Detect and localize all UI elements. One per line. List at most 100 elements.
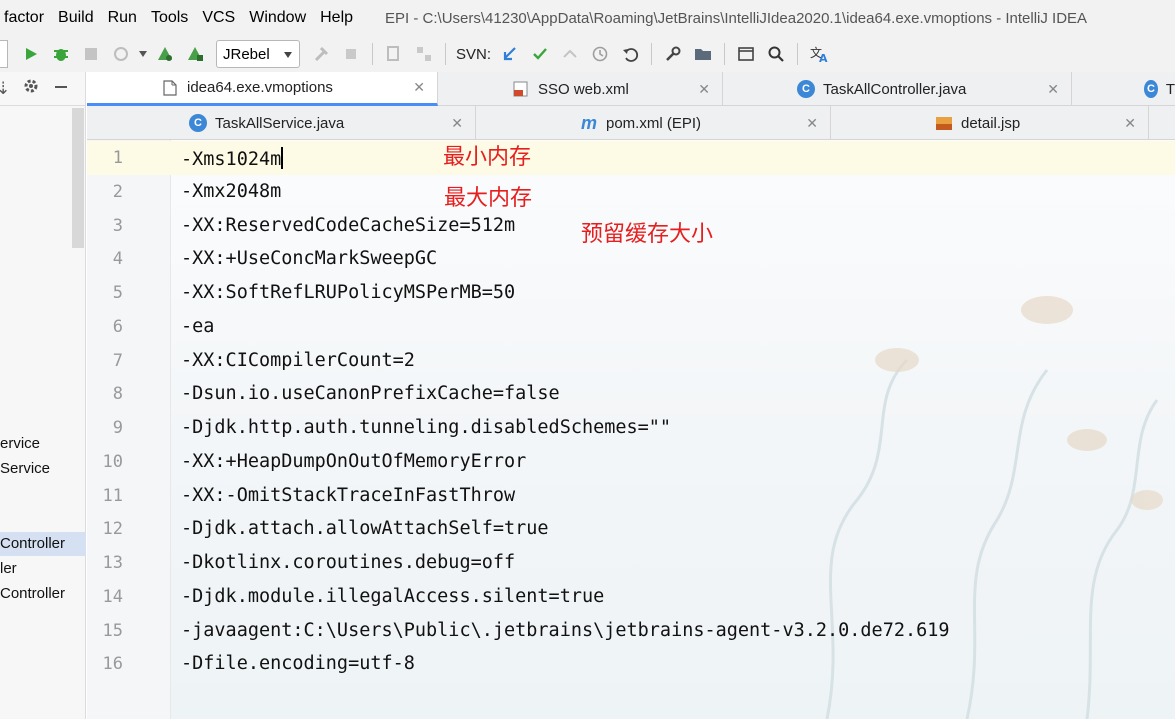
code-editor[interactable]: 1 2 3 4 5 6 7 8 9 10 11 12 13 14 15 16 -… <box>87 140 1175 719</box>
code-line[interactable]: -XX:+UseConcMarkSweepGC <box>181 248 437 269</box>
history-icon[interactable] <box>585 39 615 69</box>
project-panel-header: ⇣ <box>0 72 85 106</box>
line-number: 2 <box>112 182 123 202</box>
tab-label: detail.jsp <box>961 114 1021 132</box>
run-icon[interactable] <box>16 39 46 69</box>
svg-text:A: A <box>819 52 828 63</box>
code-line[interactable]: -Dsun.io.useCanonPrefixCache=false <box>181 383 560 404</box>
tab-overflow[interactable]: C T <box>1072 72 1175 106</box>
svn-commit-icon[interactable] <box>525 39 555 69</box>
line-number: 8 <box>112 384 123 404</box>
toolbar: JRebel SVN: 文A <box>0 36 1175 72</box>
code-line[interactable]: -XX:ReservedCodeCacheSize=512m <box>181 215 515 236</box>
class-icon: C <box>1144 80 1158 98</box>
tab-label: idea64.exe.vmoptions <box>187 79 333 96</box>
profile-icon[interactable] <box>106 39 136 69</box>
menu-build[interactable]: Build <box>51 9 101 27</box>
wrench-icon[interactable] <box>658 39 688 69</box>
rollback-icon[interactable] <box>615 39 645 69</box>
tab-label: TaskAllService.java <box>215 114 345 132</box>
code-line[interactable]: -XX:CICompilerCount=2 <box>181 350 415 371</box>
tree-item[interactable]: ler <box>0 557 86 581</box>
code-line[interactable]: -XX:-OmitStackTraceInFastThrow <box>181 485 515 506</box>
class-icon: C <box>189 114 207 132</box>
folder-settings-icon[interactable] <box>688 39 718 69</box>
code-line[interactable]: -Djdk.attach.allowAttachSelf=true <box>181 518 549 539</box>
tab-label: TaskAllController.java <box>823 80 967 98</box>
close-icon[interactable]: ✕ <box>413 79 425 96</box>
coverage-icon[interactable] <box>76 39 106 69</box>
tree-item[interactable]: Controller <box>0 582 86 606</box>
hammer-icon[interactable] <box>306 39 336 69</box>
editor-tabs-row-2: C TaskAllService.java ✕ m pom.xml (EPI) … <box>87 106 1175 140</box>
code-line[interactable]: -Dfile.encoding=utf-8 <box>181 653 415 674</box>
menu-refactor[interactable]: factor <box>0 9 51 27</box>
chevron-down-icon[interactable] <box>136 39 150 69</box>
run-config-select[interactable]: JRebel <box>216 40 300 68</box>
svn-update-icon[interactable] <box>495 39 525 69</box>
toolbar-divider <box>797 43 799 65</box>
project-structure-icon[interactable] <box>409 39 439 69</box>
tab-idea64-vmoptions[interactable]: idea64.exe.vmoptions ✕ <box>87 72 438 106</box>
jrebel-debug-icon[interactable] <box>180 39 210 69</box>
chevron-down-icon <box>283 46 293 63</box>
menu-help[interactable]: Help <box>313 9 360 27</box>
text-caret <box>281 147 284 169</box>
tree-item-selected[interactable]: Controller <box>0 532 86 556</box>
code-line[interactable]: -Xmx2048m <box>181 181 281 202</box>
menu-run[interactable]: Run <box>101 9 144 27</box>
svn-compare-icon[interactable] <box>555 39 585 69</box>
close-icon[interactable]: ✕ <box>451 115 463 132</box>
line-number: 6 <box>112 317 123 337</box>
gear-icon[interactable] <box>22 77 40 100</box>
config-combo-edge[interactable] <box>0 40 8 68</box>
close-icon[interactable]: ✕ <box>1124 115 1136 132</box>
line-number: 9 <box>112 418 123 438</box>
line-number: 1 <box>112 148 123 168</box>
tab-detail-jsp[interactable]: detail.jsp ✕ <box>831 106 1149 140</box>
debug-icon[interactable] <box>46 39 76 69</box>
window-title: EPI - C:\Users\41230\AppData\Roaming\Jet… <box>385 9 1088 27</box>
code-line[interactable]: -Xms1024m <box>181 147 284 170</box>
tree-item[interactable]: ervice <box>0 432 86 456</box>
menu-bar: factor Build Run Tools VCS Window Help E… <box>0 0 1175 36</box>
xml-icon <box>512 80 530 98</box>
project-panel-scrollbar[interactable] <box>72 108 84 248</box>
tree-item[interactable]: Service <box>0 457 86 481</box>
close-icon[interactable]: ✕ <box>698 81 710 98</box>
jsp-icon <box>935 114 953 132</box>
close-icon[interactable]: ✕ <box>806 115 818 132</box>
menu-vcs[interactable]: VCS <box>195 9 242 27</box>
code-text: -Xms1024m <box>181 149 282 170</box>
tab-label: pom.xml (EPI) <box>606 114 702 132</box>
tab-pom-xml[interactable]: m pom.xml (EPI) ✕ <box>476 106 831 140</box>
code-line[interactable]: -Dkotlinx.coroutines.debug=off <box>181 552 515 573</box>
annotation-max-memory: 最大内存 <box>444 186 533 211</box>
collapse-arrows-icon[interactable]: ⇣ <box>0 79 16 99</box>
line-number: 13 <box>102 553 123 573</box>
attach-icon[interactable] <box>379 39 409 69</box>
translate-icon[interactable]: 文A <box>804 39 834 69</box>
code-line[interactable]: -Djdk.module.illegalAccess.silent=true <box>181 586 604 607</box>
code-line[interactable]: -ea <box>181 316 214 337</box>
terminal-window-icon[interactable] <box>731 39 761 69</box>
code-line[interactable]: -Djdk.http.auth.tunneling.disabledScheme… <box>181 417 671 438</box>
toolbar-divider <box>724 43 726 65</box>
toolbar-divider <box>651 43 653 65</box>
project-panel: ⇣ ervice Service Controller ler Controll… <box>0 72 86 719</box>
tab-taskallservice[interactable]: C TaskAllService.java ✕ <box>87 106 476 140</box>
menu-tools[interactable]: Tools <box>144 9 195 27</box>
tab-taskallcontroller[interactable]: C TaskAllController.java ✕ <box>723 72 1072 106</box>
jrebel-run-icon[interactable] <box>150 39 180 69</box>
code-line[interactable]: -javaagent:C:\Users\Public\.jetbrains\je… <box>181 620 950 641</box>
tab-label: T <box>1165 80 1175 98</box>
code-line[interactable]: -XX:SoftRefLRUPolicyMSPerMB=50 <box>181 282 515 303</box>
tab-sso-web-xml[interactable]: SSO web.xml ✕ <box>438 72 723 106</box>
search-icon[interactable] <box>761 39 791 69</box>
svn-label: SVN: <box>456 45 492 63</box>
menu-window[interactable]: Window <box>242 9 313 27</box>
stop-icon[interactable] <box>336 39 366 69</box>
code-line[interactable]: -XX:+HeapDumpOnOutOfMemoryError <box>181 451 526 472</box>
close-icon[interactable]: ✕ <box>1047 81 1059 98</box>
minimize-icon[interactable] <box>54 79 68 99</box>
